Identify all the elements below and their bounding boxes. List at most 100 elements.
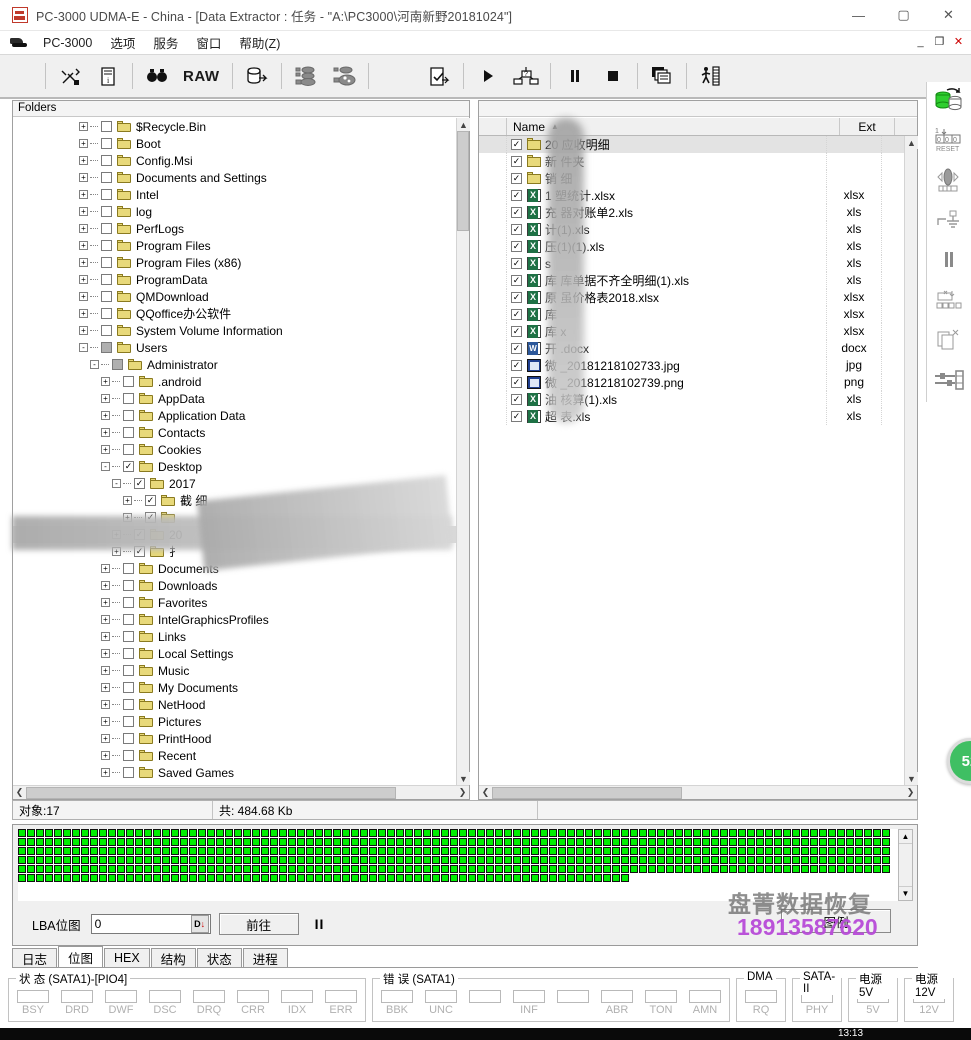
bitmap-cell[interactable] <box>558 847 566 855</box>
collapse-icon[interactable]: - <box>79 343 88 352</box>
bitmap-cell[interactable] <box>468 847 476 855</box>
bitmap-cell[interactable] <box>306 865 314 873</box>
bitmap-cell[interactable] <box>396 847 404 855</box>
bitmap-cell[interactable] <box>378 874 386 882</box>
bitmap-vscrollbar[interactable]: ▲ ▼ <box>898 829 913 901</box>
bitmap-cell[interactable] <box>486 829 494 837</box>
bitmap-cell[interactable] <box>135 847 143 855</box>
tree-checkbox[interactable] <box>123 427 134 438</box>
bitmap-cell[interactable] <box>441 847 449 855</box>
bitmap-cell[interactable] <box>27 856 35 864</box>
bitmap-cell[interactable] <box>162 865 170 873</box>
bitmap-cell[interactable] <box>450 838 458 846</box>
bitmap-cell[interactable] <box>711 838 719 846</box>
reset-counter-icon[interactable]: 000 1 RESET <box>930 126 968 154</box>
bitmap-cell[interactable] <box>747 847 755 855</box>
expand-icon[interactable]: + <box>79 156 88 165</box>
bitmap-cell[interactable] <box>693 847 701 855</box>
bitmap-cell[interactable] <box>288 847 296 855</box>
bitmap-cell[interactable] <box>234 838 242 846</box>
bitmap-cell[interactable] <box>621 856 629 864</box>
file-row[interactable]: ✓ 微 _20181218102733.jpg jpg <box>479 357 904 374</box>
bitmap-cell[interactable] <box>72 847 80 855</box>
bitmap-cell[interactable] <box>117 829 125 837</box>
bitmap-cell[interactable] <box>513 847 521 855</box>
expand-icon[interactable]: + <box>112 530 121 539</box>
bitmap-cell[interactable] <box>747 838 755 846</box>
scroll-up-arrow[interactable]: ▲ <box>457 118 470 131</box>
bitmap-cell[interactable] <box>468 874 476 882</box>
bitmap-cell[interactable] <box>216 865 224 873</box>
bitmap-cell[interactable] <box>567 856 575 864</box>
bitmap-cell[interactable] <box>279 847 287 855</box>
bitmap-cell[interactable] <box>18 856 26 864</box>
progress-badge[interactable]: 52 <box>947 738 971 784</box>
tree-row[interactable]: + PrintHood <box>13 730 456 747</box>
bitmap-cell[interactable] <box>486 847 494 855</box>
bitmap-cell[interactable] <box>189 838 197 846</box>
run-person-icon[interactable] <box>692 60 730 92</box>
bitmap-cell[interactable] <box>837 829 845 837</box>
tree-row[interactable]: + Pictures <box>13 713 456 730</box>
mdi-close-button[interactable]: ✕ <box>952 37 965 48</box>
file-row[interactable]: ✓ 超 表.xls xls <box>479 408 904 425</box>
bitmap-cell[interactable] <box>162 874 170 882</box>
bitmap-cell[interactable] <box>297 829 305 837</box>
bitmap-cell[interactable] <box>252 865 260 873</box>
bitmap-cell[interactable] <box>261 865 269 873</box>
bitmap-cell[interactable] <box>819 838 827 846</box>
bitmap-cell[interactable] <box>54 838 62 846</box>
bitmap-cell[interactable] <box>243 856 251 864</box>
bitmap-cell[interactable] <box>855 838 863 846</box>
tree-row[interactable]: + Program Files (x86) <box>13 254 456 271</box>
bitmap-cell[interactable] <box>243 874 251 882</box>
minimize-button[interactable]: — <box>836 0 881 31</box>
tab-日志[interactable]: 日志 <box>12 948 58 967</box>
bitmap-cell[interactable] <box>873 856 881 864</box>
bitmap-cell[interactable] <box>63 865 71 873</box>
head-map-icon[interactable] <box>930 166 968 194</box>
bitmap-cell[interactable] <box>432 865 440 873</box>
bitmap-cell[interactable] <box>378 838 386 846</box>
bitmap-cell[interactable] <box>729 829 737 837</box>
bitmap-cell[interactable] <box>396 838 404 846</box>
bitmap-cell[interactable] <box>549 856 557 864</box>
bitmap-cell[interactable] <box>126 856 134 864</box>
bitmap-cell[interactable] <box>45 847 53 855</box>
bitmap-cell[interactable] <box>558 829 566 837</box>
bitmap-cell[interactable] <box>135 838 143 846</box>
bitmap-cell[interactable] <box>243 865 251 873</box>
bitmap-cell[interactable] <box>639 865 647 873</box>
tree-row[interactable]: + NetHood <box>13 696 456 713</box>
bitmap-cell[interactable] <box>441 865 449 873</box>
bitmap-cell[interactable] <box>216 847 224 855</box>
bitmap-cell[interactable] <box>99 865 107 873</box>
bitmap-cell[interactable] <box>306 856 314 864</box>
bitmap-cell[interactable] <box>117 856 125 864</box>
bitmap-cell[interactable] <box>801 847 809 855</box>
bitmap-cell[interactable] <box>765 838 773 846</box>
file-checkbox[interactable]: ✓ <box>511 343 522 354</box>
bitmap-cell[interactable] <box>117 865 125 873</box>
bitmap-cell[interactable] <box>423 865 431 873</box>
bitmap-cell[interactable] <box>585 874 593 882</box>
bitmap-cell[interactable] <box>360 856 368 864</box>
file-row[interactable]: ✓ 开 .docx docx <box>479 340 904 357</box>
bitmap-cell[interactable] <box>774 838 782 846</box>
file-row[interactable]: ✓ sxls <box>479 255 904 272</box>
bitmap-cell[interactable] <box>666 847 674 855</box>
bitmap-cell[interactable] <box>288 838 296 846</box>
bitmap-cell[interactable] <box>630 829 638 837</box>
play-icon[interactable] <box>469 60 507 92</box>
bitmap-cell[interactable] <box>765 865 773 873</box>
bitmap-pause-icon[interactable]: II <box>315 916 325 932</box>
bitmap-cell[interactable] <box>585 856 593 864</box>
legend-button[interactable]: 图例 <box>781 909 891 933</box>
bitmap-cell[interactable] <box>801 838 809 846</box>
tree-row[interactable]: + Boot <box>13 135 456 152</box>
tree-row[interactable]: + log <box>13 203 456 220</box>
bitmap-cell[interactable] <box>432 847 440 855</box>
bitmap-cell[interactable] <box>333 874 341 882</box>
expand-icon[interactable]: + <box>101 445 110 454</box>
bitmap-cell[interactable] <box>126 829 134 837</box>
